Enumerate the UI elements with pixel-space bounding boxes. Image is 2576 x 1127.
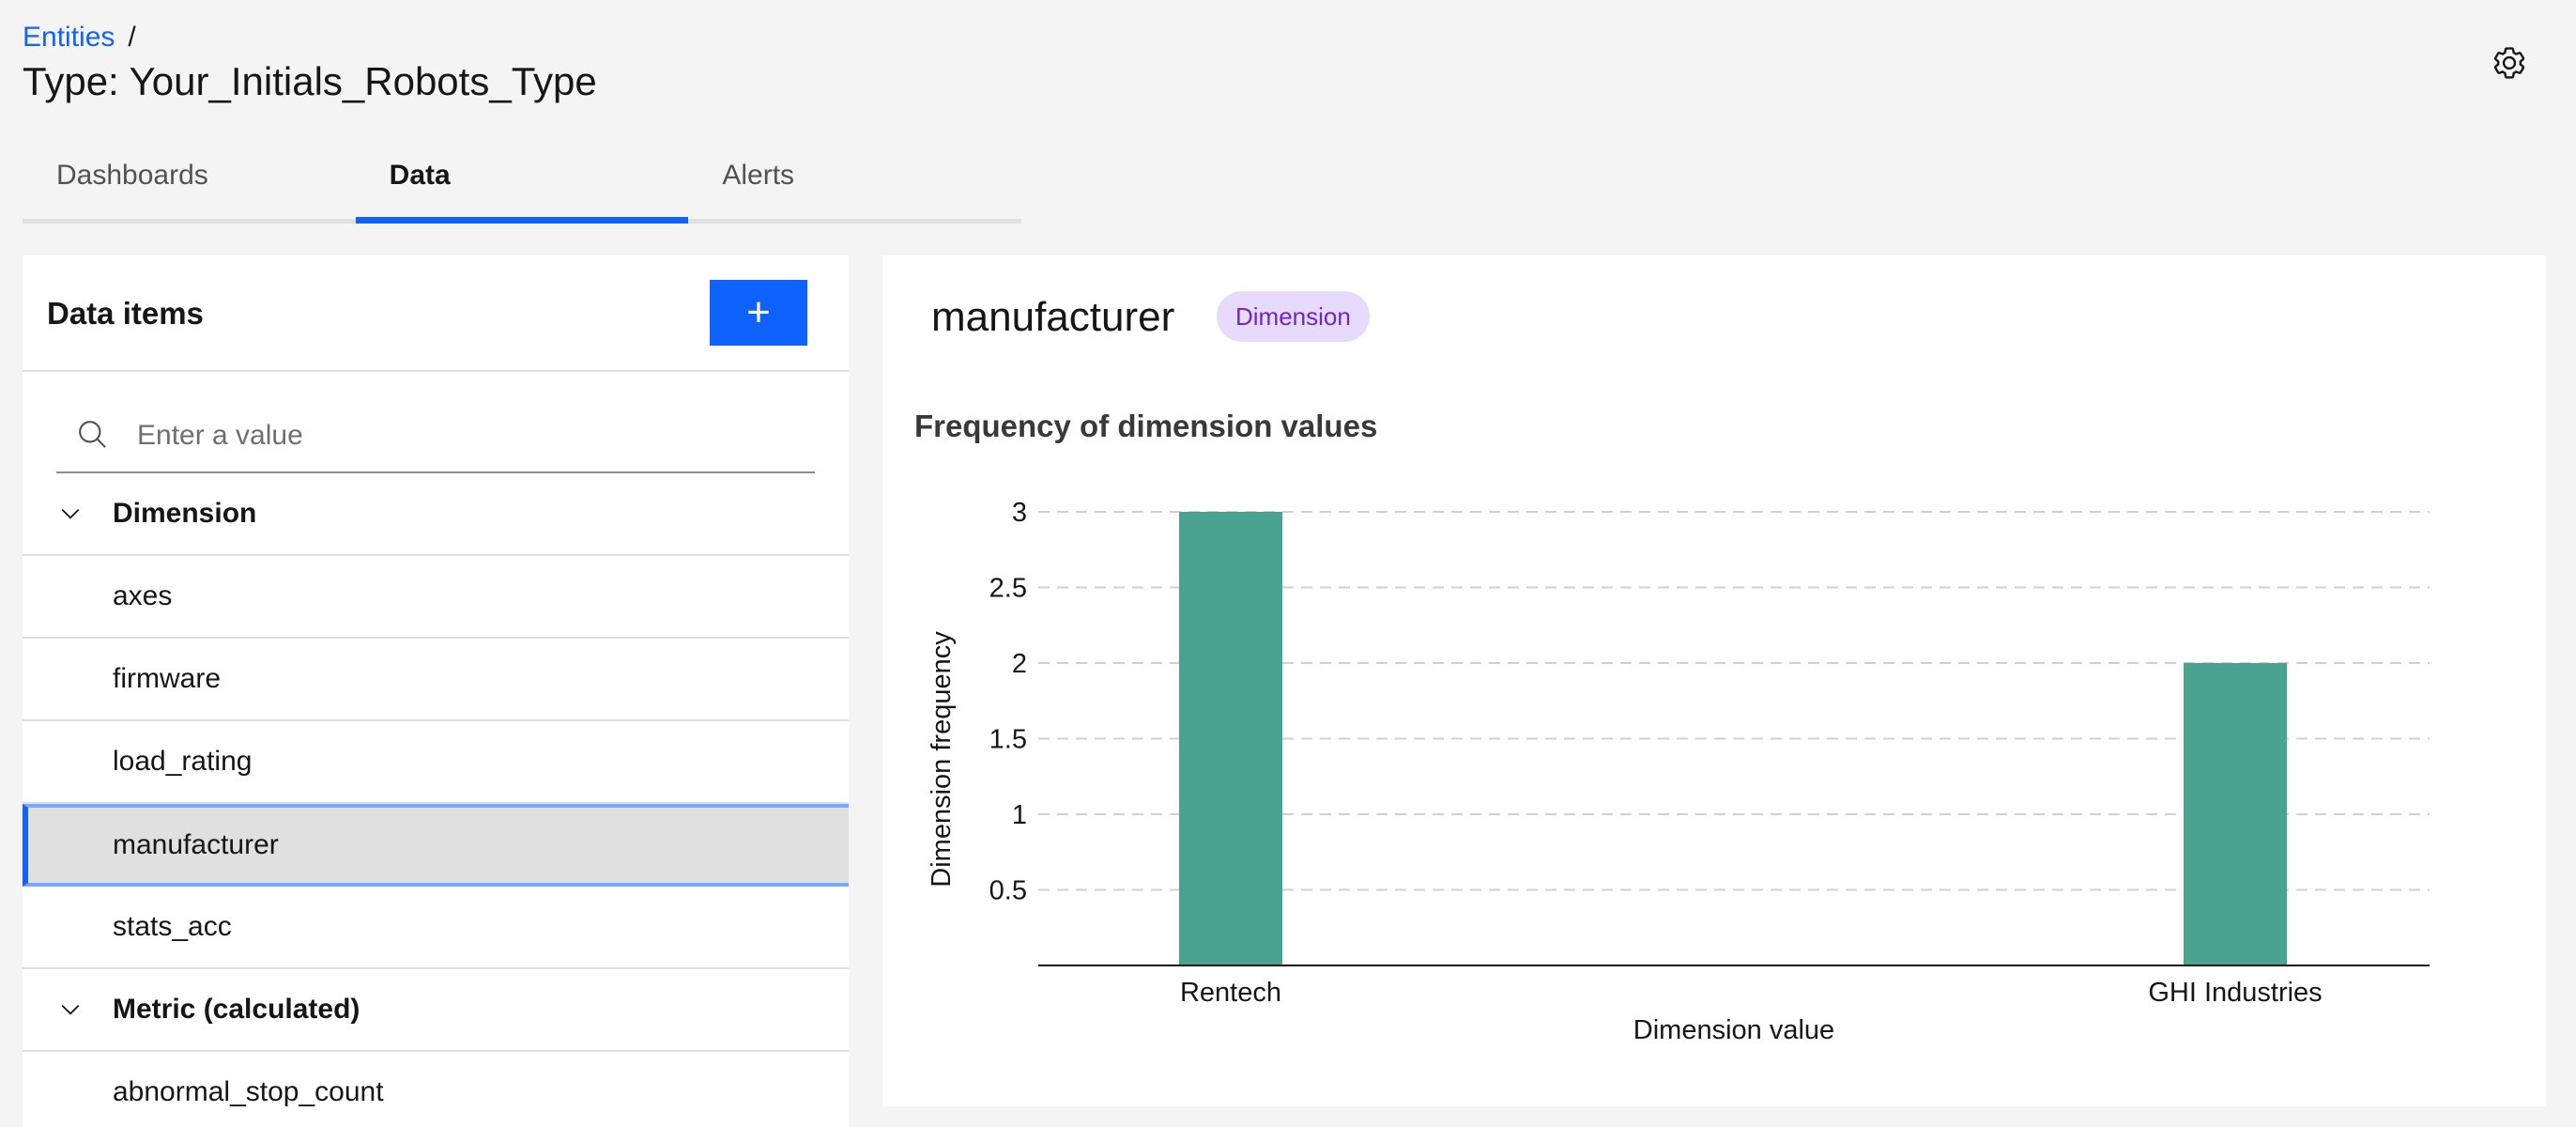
data-items-panel: Data items + Dimension axes firmware loa…	[23, 255, 849, 1127]
detail-panel: manufacturer Dimension Frequency of dime…	[882, 255, 2546, 1106]
y-tick-label: 1	[1012, 800, 1027, 830]
list-item-manufacturer[interactable]: manufacturer	[23, 804, 849, 887]
list-item-stats-acc[interactable]: stats_acc	[23, 887, 849, 969]
list-item-label: load_rating	[113, 746, 253, 777]
breadcrumb-link-entities[interactable]: Entities	[23, 22, 115, 53]
y-tick-label: 2	[1012, 649, 1027, 679]
tab-alerts[interactable]: Alerts	[688, 150, 1022, 224]
list-item-label: firmware	[113, 663, 222, 694]
list-item-abnormal-stop-count[interactable]: abnormal_stop_count	[23, 1052, 849, 1127]
y-axis-ticks: 0.5 1 1.5 2 2.5 3	[989, 498, 1027, 906]
list-item-load-rating[interactable]: load_rating	[23, 721, 849, 804]
bar-rentech	[1179, 512, 1282, 965]
y-tick-label: 2.5	[989, 574, 1027, 604]
data-items-header: Data items +	[23, 255, 849, 372]
data-items-title: Data items	[47, 296, 204, 331]
frequency-chart: 0.5 1 1.5 2 2.5 3 Rentech GHI Industries Dimen…	[927, 498, 2430, 1045]
y-tick-label: 1.5	[989, 725, 1027, 755]
group-label: Dimension	[113, 498, 257, 529]
y-tick-label: 3	[1012, 498, 1027, 528]
y-tick-label: 0.5	[989, 876, 1027, 906]
bar-ghi-industries	[2184, 663, 2287, 965]
chevron-down-icon[interactable]	[56, 996, 84, 1024]
search-input[interactable]	[135, 409, 796, 462]
list-item-label: axes	[113, 580, 173, 611]
tab-list: Dashboards Data Alerts	[23, 150, 1022, 224]
gear-icon[interactable]	[2492, 45, 2527, 81]
page-title: Type: Your_Initials_Robots_Type	[23, 59, 597, 103]
tab-dashboards[interactable]: Dashboards	[23, 150, 356, 224]
search-icon	[79, 421, 106, 448]
group-metric-calculated[interactable]: Metric (calculated)	[23, 969, 849, 1052]
y-axis-label: Dimension frequency	[927, 631, 957, 888]
chevron-down-icon[interactable]	[56, 500, 84, 528]
tab-data[interactable]: Data	[355, 150, 689, 224]
search-field	[56, 396, 815, 473]
list-item-axes[interactable]: axes	[23, 556, 849, 639]
x-axis-ticks: Rentech GHI Industries	[1180, 978, 2323, 1008]
group-label: Metric (calculated)	[113, 994, 360, 1025]
list-item-label: abnormal_stop_count	[113, 1076, 384, 1107]
x-tick-label: Rentech	[1180, 978, 1281, 1008]
x-tick-label: GHI Industries	[2148, 978, 2322, 1008]
breadcrumb-separator: /	[128, 22, 136, 53]
add-data-item-button[interactable]: +	[710, 280, 807, 346]
page: Entities / Type: Your_Initials_Robots_Typ…	[0, 0, 2576, 1127]
data-items-list: Dimension axes firmware load_rating manu…	[23, 473, 849, 1127]
group-dimension[interactable]: Dimension	[23, 473, 849, 556]
list-item-firmware[interactable]: firmware	[23, 639, 849, 721]
list-item-label: stats_acc	[113, 911, 232, 942]
breadcrumb: Entities /	[23, 19, 136, 56]
x-axis-label: Dimension value	[1633, 1015, 1834, 1045]
list-item-label: manufacturer	[113, 829, 279, 860]
